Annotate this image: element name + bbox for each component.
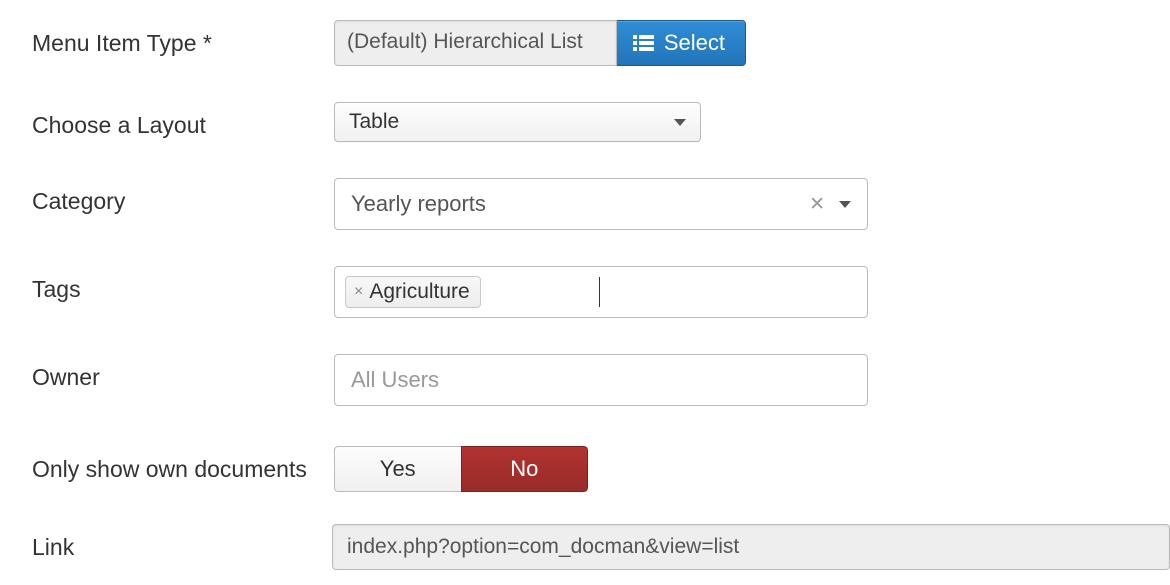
text-cursor (599, 277, 600, 307)
only-own-toggle: Yes No (334, 446, 588, 492)
select-button-label: Select (664, 30, 725, 56)
menu-item-type-label: Menu Item Type * (32, 20, 334, 57)
layout-value: Table (349, 110, 399, 134)
category-value: Yearly reports (351, 191, 486, 217)
only-own-label: Only show own documents (32, 446, 334, 483)
chevron-down-icon (674, 119, 686, 126)
layout-label: Choose a Layout (32, 102, 334, 139)
layout-select[interactable]: Table (334, 102, 701, 142)
tags-input[interactable]: × Agriculture (334, 266, 868, 318)
list-icon (633, 35, 654, 51)
chevron-down-icon (839, 201, 851, 208)
toggle-yes-button[interactable]: Yes (334, 446, 461, 492)
menu-item-type-field: (Default) Hierarchical List (334, 20, 617, 66)
select-type-button[interactable]: Select (617, 20, 746, 66)
link-label: Link (32, 524, 332, 561)
tag-label: Agriculture (369, 280, 469, 304)
tag-remove-icon[interactable]: × (354, 284, 363, 300)
clear-category-icon[interactable]: ✕ (809, 193, 825, 216)
tag-chip: × Agriculture (345, 276, 481, 308)
toggle-no-button[interactable]: No (461, 446, 589, 492)
owner-input[interactable]: All Users (334, 354, 868, 406)
category-select[interactable]: Yearly reports ✕ (334, 178, 868, 230)
owner-label: Owner (32, 354, 334, 391)
tags-label: Tags (32, 266, 334, 303)
category-label: Category (32, 178, 334, 215)
link-field: index.php?option=com_docman&view=list (332, 524, 1170, 570)
